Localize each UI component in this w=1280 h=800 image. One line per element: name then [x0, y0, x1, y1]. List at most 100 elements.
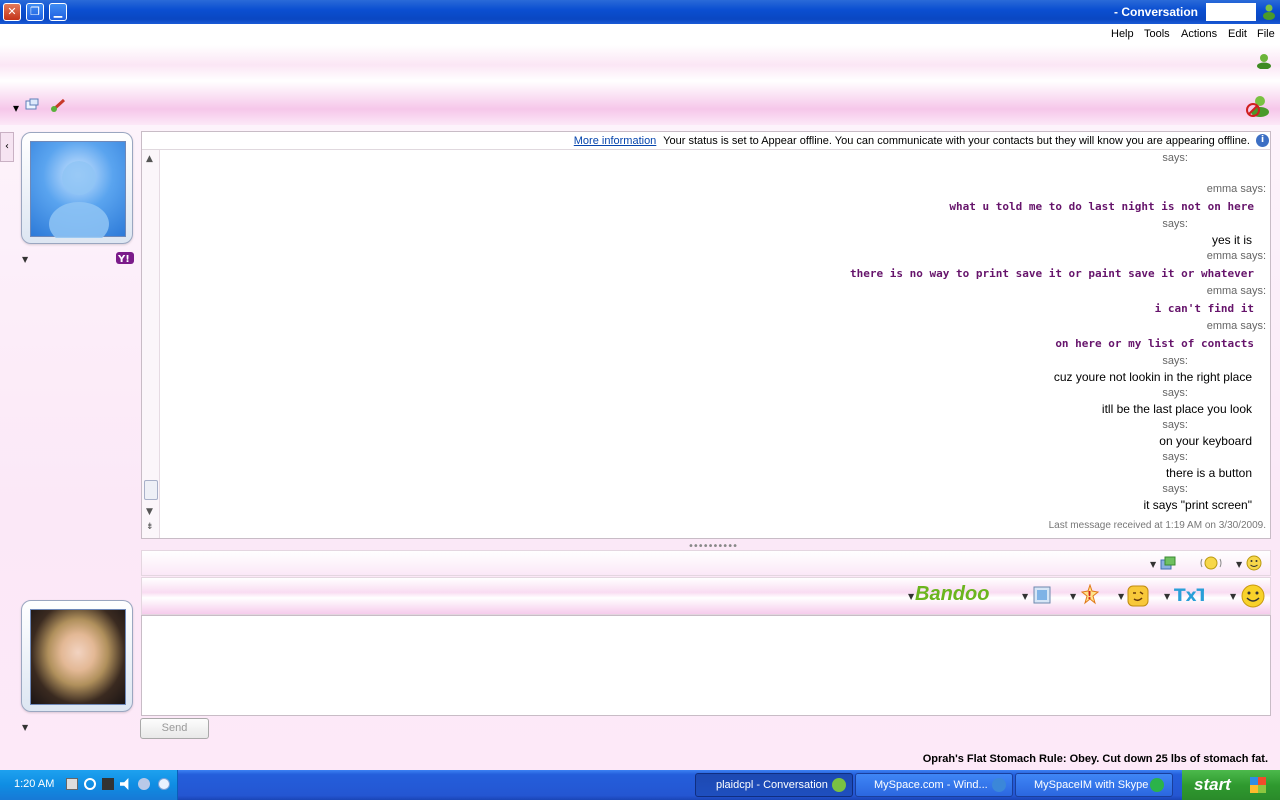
myspaceim-icon — [1150, 778, 1164, 792]
taskbar-label: MySpaceIM with Skype — [1034, 779, 1149, 791]
speaker-label: emma says: — [1206, 285, 1266, 297]
speaker-label: says: — [1162, 387, 1188, 399]
send-button[interactable]: Send — [140, 718, 209, 739]
paintbrush-icon[interactable] — [50, 97, 68, 113]
status-info-bar: More information Your status is set to A… — [142, 132, 1270, 150]
info-icon: i — [1256, 134, 1269, 147]
svg-text:!: ! — [1087, 589, 1092, 602]
window-title: - Conversation — [1114, 5, 1199, 19]
history-scrollbar[interactable]: ▲ ▼ ⇟ — [142, 150, 160, 538]
restore-button[interactable]: ❐ — [26, 3, 44, 21]
speaker-label: emma says: — [1206, 183, 1266, 195]
menu-edit[interactable]: Edit — [1228, 28, 1247, 40]
speaker-label: says: — [1162, 483, 1188, 495]
taskbar-conversation[interactable]: plaidcpl - Conversation — [695, 773, 853, 797]
add-ons-toolbar: ▼ Bandoo ▼ ▼ ! ▼ ▼ TxT ▼ — [141, 577, 1271, 615]
status-message: Your status is set to Appear offline. Yo… — [663, 135, 1250, 147]
message-text: what u told me to do last night is not o… — [949, 200, 1254, 213]
user-photo — [30, 609, 126, 705]
contact-avatar-dropdown-icon[interactable]: ▼ — [22, 255, 28, 264]
start-button[interactable]: start — [1182, 770, 1280, 800]
taskbar-label: MySpace.com - Wind... — [874, 779, 988, 791]
speaker-label: says: — [1162, 218, 1188, 230]
menu-tools[interactable]: Tools — [1144, 28, 1170, 40]
message-text: cuz youre not lookin in the right place — [1053, 370, 1252, 384]
message-text: on here or my list of contacts — [1055, 337, 1254, 350]
message-text: yes it is — [1211, 233, 1252, 247]
txt-icon[interactable]: TxT — [1174, 585, 1204, 605]
show-hidden-icons-icon[interactable] — [158, 778, 170, 790]
ad-text-link[interactable]: Oprah's Flat Stomach Rule: Obey. Cut dow… — [923, 753, 1268, 765]
last-received-timestamp: Last message received at 1:19 AM on 3/30… — [1048, 520, 1266, 531]
contact-card-icon[interactable] — [1256, 53, 1272, 69]
taskbar-myspaceim[interactable]: MySpaceIM with Skype — [1015, 773, 1173, 797]
messenger-icon — [832, 778, 846, 792]
dropdown-arrow-icon[interactable]: ▼ — [1236, 560, 1242, 569]
close-button[interactable]: ✕ — [3, 3, 21, 21]
message-text: it says "print screen" — [1143, 498, 1252, 512]
taskbar-myspace-browser[interactable]: MySpace.com - Wind... — [855, 773, 1013, 797]
title-bar: ✕ ❐ ▁ - Conversation — [0, 0, 1280, 24]
more-information-link[interactable]: More information — [574, 135, 657, 147]
sidebar-toggle-icon[interactable]: ‹ — [0, 132, 14, 162]
speaker-label: says: — [1162, 451, 1188, 463]
start-label: start — [1194, 775, 1231, 794]
default-user-avatar-icon — [30, 141, 126, 246]
volume-icon[interactable] — [120, 778, 129, 790]
message-input[interactable] — [141, 615, 1271, 716]
scroll-down-icon[interactable]: ▼ — [146, 507, 153, 517]
dropdown-arrow-icon[interactable]: ▾ — [13, 99, 19, 117]
message-text: there is no way to print save it or pain… — [850, 267, 1254, 280]
wifi-icon[interactable] — [84, 778, 96, 790]
wink-icon[interactable] — [1126, 584, 1150, 608]
block-contact-icon[interactable] — [1246, 95, 1270, 117]
scroll-up-icon[interactable]: ▲ — [146, 154, 153, 164]
clock: 1:20 AM — [14, 778, 55, 790]
speaker-label: says: — [1162, 419, 1188, 431]
format-toolbar: ▼ ▼ — [141, 550, 1271, 576]
conversation-history[interactable]: More information Your status is set to A… — [141, 131, 1271, 539]
dropdown-arrow-icon[interactable]: ▼ — [908, 592, 914, 601]
messenger-app-icon — [1263, 4, 1275, 20]
dropdown-arrow-icon[interactable]: ▼ — [1150, 560, 1156, 569]
background-image-icon[interactable] — [1160, 556, 1176, 570]
message-text: i can't find it — [1154, 302, 1254, 315]
self-avatar-dropdown-icon[interactable]: ▼ — [22, 723, 28, 732]
svg-text:TxT: TxT — [1174, 586, 1204, 605]
taskbar-label: plaidcpl - Conversation — [716, 779, 828, 791]
menu-file[interactable]: File — [1257, 28, 1275, 40]
smiley-icon[interactable] — [1240, 583, 1266, 609]
contact-name-box — [1206, 3, 1256, 21]
speaker-label: emma says: — [1206, 320, 1266, 332]
emoticon-icon[interactable] — [1246, 555, 1262, 571]
dropdown-arrow-icon[interactable]: ▼ — [1230, 592, 1236, 601]
status-info-text: More information Your status is set to A… — [574, 135, 1250, 147]
speaker-label: emma says: — [1206, 250, 1266, 262]
message-text: itll be the last place you look — [1101, 402, 1252, 416]
message-text: there is a button — [1165, 466, 1252, 480]
alert-icon[interactable]: ! — [1080, 584, 1100, 606]
menu-bar: Help Tools Actions Edit File — [0, 24, 1280, 45]
windows-logo-icon — [1250, 777, 1266, 793]
message-text: on your keyboard — [1159, 434, 1252, 448]
scroll-thumb[interactable] — [144, 480, 158, 500]
nudge-icon[interactable] — [1200, 555, 1222, 571]
scroll-end-icon[interactable]: ⇟ — [146, 522, 154, 532]
battery-icon[interactable] — [102, 778, 114, 790]
bandoo-logo[interactable]: Bandoo — [915, 583, 989, 606]
menu-help[interactable]: Help — [1111, 28, 1134, 40]
self-avatar[interactable] — [21, 600, 133, 712]
dropdown-arrow-icon[interactable]: ▼ — [1164, 592, 1170, 601]
photo-share-icon[interactable] — [1032, 585, 1052, 605]
display-icon[interactable] — [66, 778, 78, 790]
speaker-label: says: — [1162, 355, 1188, 367]
network-icon[interactable] — [138, 778, 150, 790]
minimize-button[interactable]: ▁ — [49, 3, 67, 21]
dropdown-arrow-icon[interactable]: ▼ — [1118, 592, 1124, 601]
yahoo-badge-icon: Y! — [116, 252, 134, 264]
dropdown-arrow-icon[interactable]: ▼ — [1070, 592, 1076, 601]
menu-actions[interactable]: Actions — [1181, 28, 1217, 40]
dropdown-arrow-icon[interactable]: ▼ — [1022, 592, 1028, 601]
invite-icon[interactable] — [24, 97, 40, 113]
contact-avatar[interactable] — [21, 132, 133, 246]
